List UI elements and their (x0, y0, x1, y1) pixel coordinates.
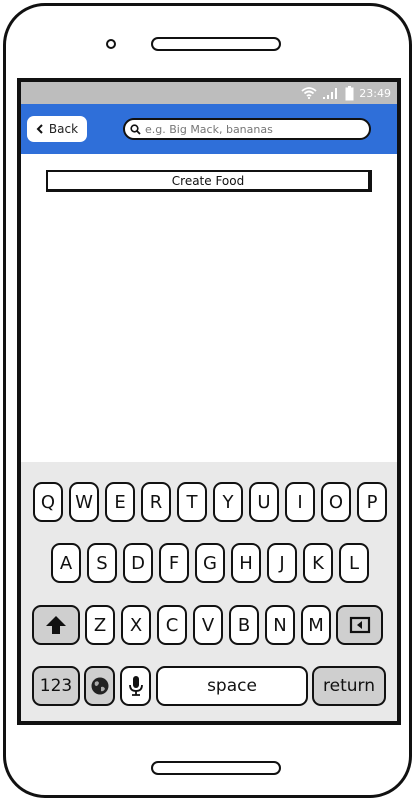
globe-icon (91, 677, 108, 695)
backspace-icon (349, 616, 370, 634)
key-t[interactable]: T (177, 482, 207, 522)
search-icon (130, 123, 141, 135)
status-bar: 23:49 (21, 82, 397, 104)
key-m[interactable]: M (301, 605, 331, 645)
key-w[interactable]: W (69, 482, 99, 522)
numbers-key[interactable]: 123 (32, 666, 80, 706)
wifi-icon (301, 87, 317, 99)
key-o[interactable]: O (321, 482, 351, 522)
key-g[interactable]: G (195, 543, 225, 583)
key-a[interactable]: A (51, 543, 81, 583)
space-key[interactable]: space (156, 666, 308, 706)
key-b[interactable]: B (229, 605, 259, 645)
key-z[interactable]: Z (85, 605, 115, 645)
shift-arrow-icon (46, 616, 66, 634)
status-time: 23:49 (359, 86, 391, 100)
microphone-key[interactable] (120, 666, 151, 706)
key-l[interactable]: L (339, 543, 369, 583)
back-button[interactable]: Back (27, 116, 87, 142)
key-x[interactable]: X (121, 605, 151, 645)
key-e[interactable]: E (105, 482, 135, 522)
key-r[interactable]: R (141, 482, 171, 522)
microphone-icon (128, 676, 143, 696)
on-screen-keyboard: Q W E R T Y U I O P A S D F G H J K L Z … (21, 462, 397, 721)
key-s[interactable]: S (87, 543, 117, 583)
create-food-button[interactable]: Create Food (46, 170, 372, 192)
search-box[interactable] (123, 118, 371, 140)
key-u[interactable]: U (249, 482, 279, 522)
key-k[interactable]: K (303, 543, 333, 583)
key-n[interactable]: N (265, 605, 295, 645)
return-key[interactable]: return (312, 666, 386, 706)
search-input[interactable] (145, 122, 355, 136)
top-navigation-bar: Back (21, 104, 397, 154)
battery-icon (345, 85, 354, 100)
key-h[interactable]: H (231, 543, 261, 583)
backspace-key[interactable] (336, 605, 383, 645)
key-q[interactable]: Q (33, 482, 63, 522)
key-p[interactable]: P (357, 482, 387, 522)
signal-icon (323, 88, 338, 99)
key-y[interactable]: Y (213, 482, 243, 522)
shift-key[interactable] (32, 605, 80, 645)
earpiece-speaker (151, 37, 281, 51)
back-button-label: Back (48, 122, 79, 136)
globe-key[interactable] (84, 666, 115, 706)
home-button[interactable] (151, 761, 281, 775)
front-camera (106, 39, 116, 49)
key-c[interactable]: C (157, 605, 187, 645)
key-v[interactable]: V (193, 605, 223, 645)
key-j[interactable]: J (267, 543, 297, 583)
key-d[interactable]: D (123, 543, 153, 583)
chevron-left-icon (36, 124, 43, 134)
key-f[interactable]: F (159, 543, 189, 583)
screen: 23:49 Back Create Food Q W E R T Y U I O… (17, 78, 401, 725)
key-i[interactable]: I (285, 482, 315, 522)
